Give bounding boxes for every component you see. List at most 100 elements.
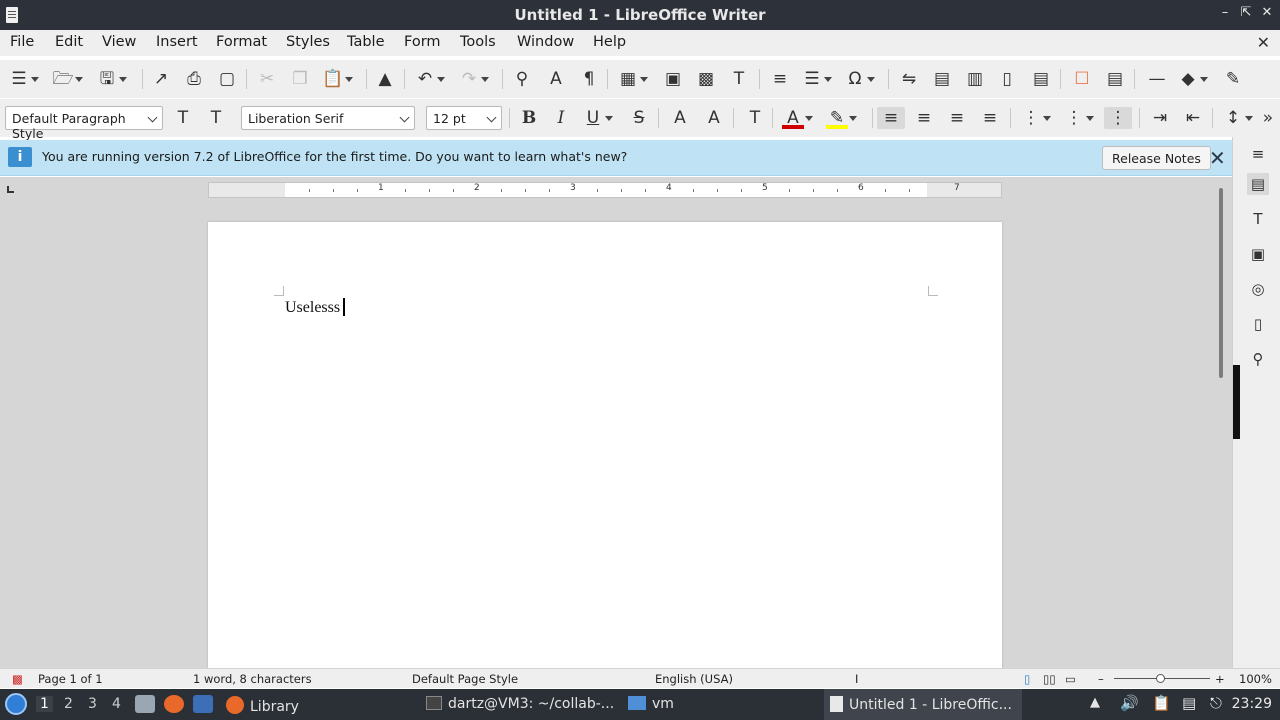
page-count[interactable]: Page 1 of 1 <box>38 672 103 686</box>
single-page-view-icon[interactable]: ▯ <box>1024 672 1030 686</box>
menu-table[interactable]: Table <box>347 34 385 50</box>
workspace-4[interactable]: 4 <box>112 696 121 712</box>
unordered-list-icon[interactable]: ⋮ <box>1020 107 1051 129</box>
close-window-button[interactable]: ✕ <box>1258 5 1276 23</box>
footnote-icon[interactable]: ▤ <box>931 68 953 90</box>
basic-shapes-icon[interactable]: ◆ <box>1177 68 1208 90</box>
insert-image-icon[interactable]: ▣ <box>662 68 684 90</box>
tab-stop-selector[interactable] <box>7 186 14 193</box>
document-page[interactable]: Uselesss <box>208 222 1002 668</box>
endnote-icon[interactable]: ▥ <box>964 68 986 90</box>
file-manager-launcher-icon[interactable] <box>135 695 155 713</box>
highlight-color-icon[interactable]: ✎ <box>826 107 857 129</box>
save-icon[interactable]: 🖫 <box>96 68 127 90</box>
more-options-icon[interactable]: » <box>1259 107 1277 129</box>
outline-list-icon[interactable]: ⋮ <box>1104 107 1132 129</box>
increase-indent-icon[interactable]: ⇥ <box>1149 107 1171 129</box>
clipboard-icon[interactable]: 📋 <box>1152 694 1171 712</box>
page-style[interactable]: Default Page Style <box>412 672 518 686</box>
paste-icon[interactable]: 📋 <box>322 68 353 90</box>
navigator-icon[interactable]: ◎ <box>1247 278 1269 300</box>
font-color-icon[interactable]: A <box>782 107 813 129</box>
menu-format[interactable]: Format <box>216 34 267 50</box>
formatting-marks-icon[interactable]: ¶ <box>578 68 600 90</box>
network-icon[interactable]: ▤ <box>1182 694 1196 712</box>
superscript-icon[interactable]: A <box>669 107 691 129</box>
cut-icon[interactable]: ✂ <box>256 68 278 90</box>
undo-icon[interactable]: ↶ <box>414 68 445 90</box>
menu-form[interactable]: Form <box>404 34 441 50</box>
decrease-indent-icon[interactable]: ⇤ <box>1182 107 1204 129</box>
insert-chart-icon[interactable]: ▩ <box>695 68 717 90</box>
menu-insert[interactable]: Insert <box>156 34 198 50</box>
hyperlink-icon[interactable]: ⇋ <box>898 68 920 90</box>
new-style-icon[interactable]: T <box>205 107 227 129</box>
clock[interactable]: 23:29 <box>1232 696 1272 712</box>
menu-edit[interactable]: Edit <box>55 34 83 50</box>
track-changes-icon[interactable]: ▤ <box>1104 68 1126 90</box>
cross-reference-icon[interactable]: ▤ <box>1030 68 1052 90</box>
book-view-icon[interactable]: ▭ <box>1065 672 1076 686</box>
update-style-icon[interactable]: T <box>172 107 194 129</box>
print-preview-icon[interactable]: ▢ <box>216 68 238 90</box>
zoom-level[interactable]: 100% <box>1239 672 1272 686</box>
align-right-icon[interactable]: ≡ <box>946 107 968 129</box>
multi-page-view-icon[interactable]: ▯▯ <box>1043 672 1056 686</box>
workspace-2[interactable]: 2 <box>64 696 73 712</box>
close-document-icon[interactable]: ✕ <box>1257 33 1270 52</box>
insert-table-icon[interactable]: ▦ <box>617 68 648 90</box>
document-modified-icon[interactable]: ▩ <box>12 672 23 686</box>
gallery-icon[interactable]: ▣ <box>1247 243 1269 265</box>
new-document-icon[interactable]: ☰ <box>8 68 39 90</box>
start-menu-icon[interactable] <box>5 693 27 715</box>
vertical-scrollbar[interactable] <box>1216 182 1226 668</box>
clone-formatting-icon[interactable]: ▲ <box>374 68 396 90</box>
page-icon[interactable]: ▯ <box>1247 313 1269 335</box>
export-pdf-icon[interactable]: ↗ <box>150 68 172 90</box>
bold-icon[interactable]: B <box>518 107 540 129</box>
bookmark-icon[interactable]: ▯ <box>996 68 1018 90</box>
menu-help[interactable]: Help <box>593 34 626 50</box>
properties-icon[interactable]: ▤ <box>1247 173 1269 195</box>
paragraph-style-combo[interactable]: Default Paragraph Style <box>5 106 163 141</box>
page-break-icon[interactable]: ≡ <box>769 68 791 90</box>
task-library[interactable]: Library <box>220 689 305 720</box>
document-text[interactable]: Uselesss <box>285 298 346 317</box>
ordered-list-icon[interactable]: ⋮ <box>1063 107 1094 129</box>
firefox-launcher-icon[interactable] <box>164 695 184 713</box>
menu-view[interactable]: View <box>102 34 136 50</box>
open-folder-icon[interactable]: 🗁 <box>52 68 83 90</box>
tray-up-arrow-icon[interactable]: ▲ <box>1090 695 1100 710</box>
zoom-slider-handle[interactable] <box>1156 674 1165 683</box>
find-replace-icon[interactable]: ⚲ <box>511 68 533 90</box>
align-center-icon[interactable]: ≡ <box>913 107 935 129</box>
sidebar-collapse-handle[interactable] <box>1233 365 1240 439</box>
underline-icon[interactable]: U <box>582 107 613 129</box>
clear-formatting-icon[interactable]: T <box>744 107 766 129</box>
manage-changes-icon[interactable]: ⚲ <box>1247 348 1269 370</box>
insert-line-icon[interactable]: — <box>1146 68 1168 90</box>
comment-icon[interactable]: ☐ <box>1071 68 1093 90</box>
desktop-launcher-icon[interactable] <box>193 695 213 713</box>
task-writer[interactable]: Untitled 1 - LibreOffic... <box>824 689 1022 720</box>
spelling-icon[interactable]: A <box>545 68 567 90</box>
special-character-icon[interactable]: Ω <box>844 68 875 90</box>
font-size-combo[interactable]: 12 pt <box>426 106 502 130</box>
insert-textbox-icon[interactable]: T <box>728 68 750 90</box>
align-left-icon[interactable]: ≡ <box>877 107 905 129</box>
sidebar-menu-icon[interactable]: ≡ <box>1247 143 1269 165</box>
task-files[interactable]: vm <box>622 689 680 720</box>
italic-icon[interactable]: I <box>550 107 572 129</box>
menu-file[interactable]: File <box>10 34 34 50</box>
menu-window[interactable]: Window <box>517 34 574 50</box>
minimize-button[interactable]: – <box>1216 5 1234 23</box>
release-notes-button[interactable]: Release Notes <box>1102 146 1211 170</box>
menu-tools[interactable]: Tools <box>460 34 496 50</box>
maximize-button[interactable]: ⇱ <box>1237 5 1255 23</box>
subscript-icon[interactable]: A <box>703 107 725 129</box>
line-spacing-icon[interactable]: ↕ <box>1222 107 1253 129</box>
task-terminal[interactable]: dartz@VM3: ~/collab-... <box>420 689 620 720</box>
menu-styles[interactable]: Styles <box>286 34 330 50</box>
scrollbar-thumb[interactable] <box>1219 188 1223 378</box>
styles-icon[interactable]: T <box>1247 208 1269 230</box>
